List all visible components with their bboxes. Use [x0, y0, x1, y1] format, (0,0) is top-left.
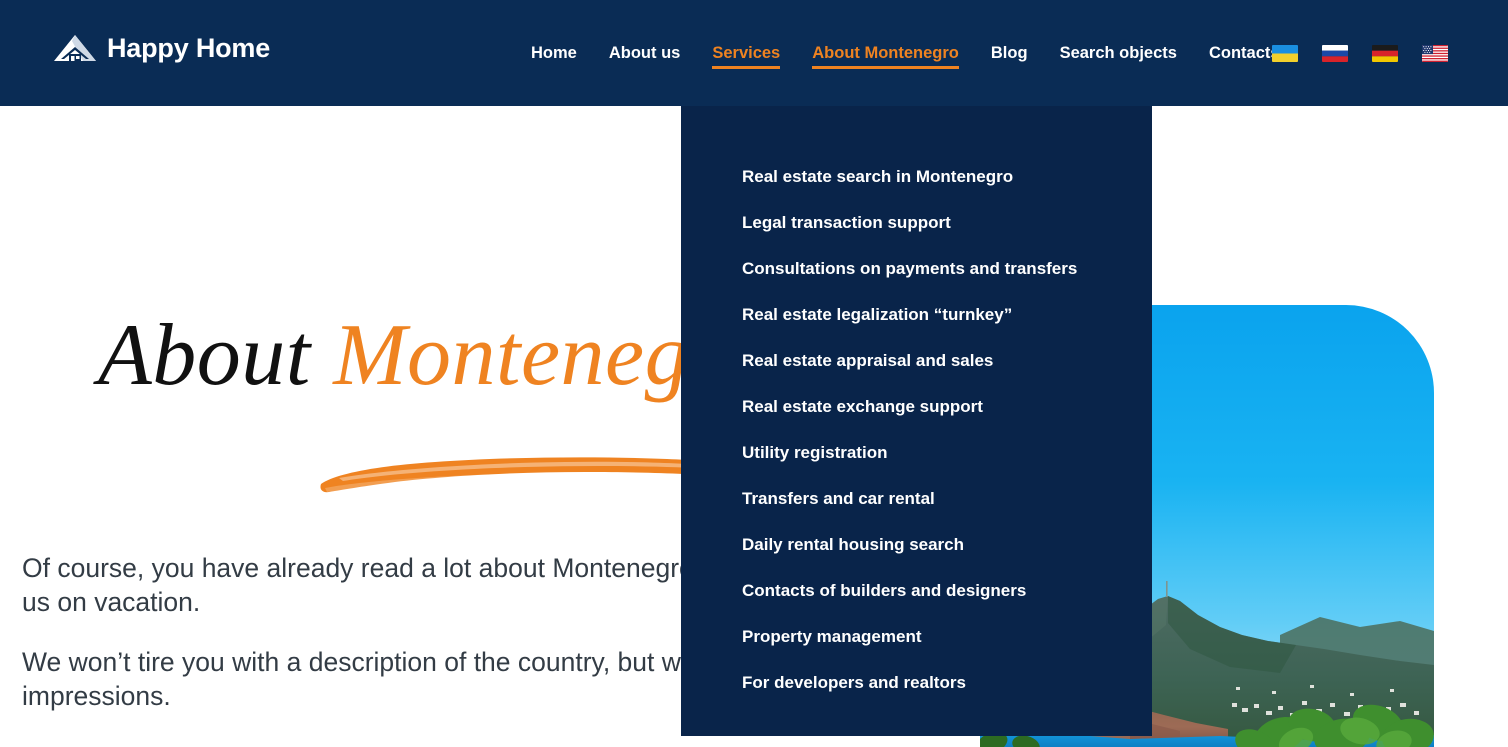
- orange-brush-stroke-icon: [320, 457, 714, 493]
- ukraine-flag-icon[interactable]: [1272, 45, 1298, 62]
- nav-item-home[interactable]: Home: [515, 0, 593, 106]
- page-root: About Montenegro Of course, you have alr…: [0, 0, 1508, 747]
- language-switcher: [1272, 45, 1448, 62]
- mountain-house-icon: [54, 35, 96, 61]
- page-title-plain: About: [98, 307, 334, 404]
- nav-item-services[interactable]: Services: [696, 0, 796, 106]
- dropdown-item-developers-realtors[interactable]: For developers and realtors: [681, 660, 1152, 706]
- logo[interactable]: Happy Home: [53, 33, 270, 63]
- nav-item-blog[interactable]: Blog: [975, 0, 1044, 106]
- dropdown-item-property-management[interactable]: Property management: [681, 614, 1152, 660]
- dropdown-item-contacts-builders-designers[interactable]: Contacts of builders and designers: [681, 568, 1152, 614]
- page-title: About Montenegro: [98, 312, 765, 400]
- dropdown-item-exchange-support[interactable]: Real estate exchange support: [681, 384, 1152, 430]
- dropdown-item-appraisal-and-sales[interactable]: Real estate appraisal and sales: [681, 338, 1152, 384]
- dropdown-item-legalization-turnkey[interactable]: Real estate legalization “turnkey”: [681, 292, 1152, 338]
- dropdown-item-daily-rental-search[interactable]: Daily rental housing search: [681, 522, 1152, 568]
- nav-item-about-montenegro[interactable]: About Montenegro: [796, 0, 975, 106]
- nav-item-about-us[interactable]: About us: [593, 0, 697, 106]
- russia-flag-icon[interactable]: [1322, 45, 1348, 62]
- dropdown-item-legal-transaction-support[interactable]: Legal transaction support: [681, 200, 1152, 246]
- logo-text: Happy Home: [107, 32, 271, 63]
- main-nav: Home About us Services About Montenegro …: [515, 0, 1296, 106]
- germany-flag-icon[interactable]: [1372, 45, 1398, 62]
- usa-flag-icon[interactable]: [1422, 45, 1448, 62]
- dropdown-item-utility-registration[interactable]: Utility registration: [681, 430, 1152, 476]
- services-dropdown-menu: Real estate search in Montenegro Legal t…: [681, 106, 1152, 736]
- dropdown-item-transfers-car-rental[interactable]: Transfers and car rental: [681, 476, 1152, 522]
- site-header: Happy Home Home About us Services About …: [0, 0, 1508, 106]
- dropdown-item-real-estate-search[interactable]: Real estate search in Montenegro: [681, 154, 1152, 200]
- nav-item-search-objects[interactable]: Search objects: [1044, 0, 1193, 106]
- dropdown-item-consultations-payments[interactable]: Consultations on payments and transfers: [681, 246, 1152, 292]
